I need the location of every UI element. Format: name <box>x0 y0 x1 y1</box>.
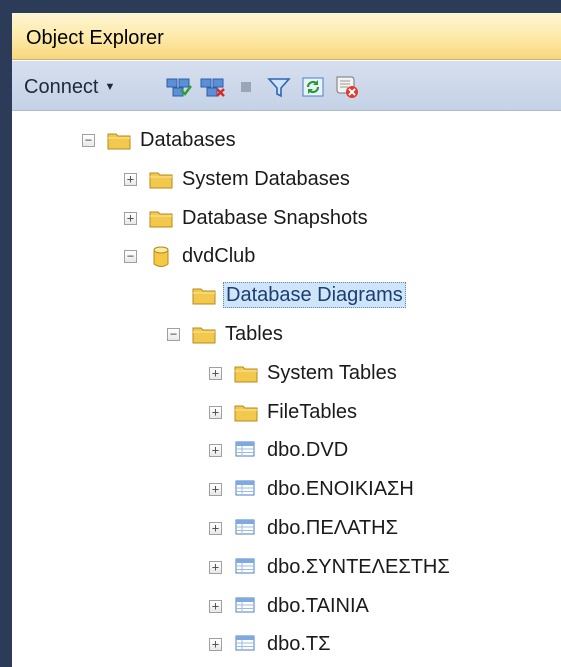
expand-icon[interactable]: + <box>209 366 222 380</box>
tree-node-label[interactable]: System Databases <box>180 167 352 191</box>
filter-icon[interactable] <box>264 75 294 99</box>
tree-node-label[interactable]: dbo.ΕΝΟΙΚΙΑΣΗ <box>265 477 416 501</box>
tree-node-dvdclub[interactable]: − dvdClub <box>12 240 561 272</box>
folder-icon <box>149 169 173 189</box>
script-cancel-icon[interactable] <box>332 75 362 99</box>
tree-node-database-snapshots[interactable]: + Database Snapshots <box>12 202 561 234</box>
database-icon <box>149 246 173 268</box>
collapse-icon[interactable]: − <box>82 134 95 147</box>
expand-icon[interactable]: + <box>209 638 222 652</box>
folder-icon <box>234 363 258 383</box>
folder-icon <box>192 285 216 305</box>
tree-node-label[interactable]: System Tables <box>265 361 399 385</box>
stop-icon[interactable] <box>233 75 259 99</box>
tree-node-databases[interactable]: − Databases <box>12 124 561 156</box>
tree-node-label[interactable]: dbo.ΤΑΙΝΙΑ <box>265 594 371 618</box>
folder-icon <box>234 402 258 422</box>
expand-icon[interactable]: + <box>124 172 137 186</box>
tree-node-dbo-ταινια[interactable]: + dbo.ΤΑΙΝΙΑ <box>12 590 561 622</box>
tree-node-dbo-πελατης[interactable]: + dbo.ΠΕΛΑΤΗΣ <box>12 512 561 544</box>
refresh-icon[interactable] <box>298 75 328 99</box>
tree-node-system-databases[interactable]: + System Databases <box>12 163 561 195</box>
table-icon <box>234 634 258 654</box>
expand-icon[interactable]: + <box>209 444 222 458</box>
object-explorer-tree: − Databases + System Databases + Database Sna… <box>12 112 561 667</box>
table-icon <box>234 518 258 538</box>
panel-title-bar[interactable]: Object Explorer <box>12 13 561 60</box>
tree-node-label[interactable]: dbo.ΠΕΛΑΤΗΣ <box>265 516 400 540</box>
panel-title: Object Explorer <box>26 27 164 49</box>
tree-node-label[interactable]: dbo.DVD <box>265 438 350 462</box>
table-icon <box>234 596 258 616</box>
object-explorer-toolbar: Connect ▼ <box>12 61 561 111</box>
tree-node-dbo-dvd[interactable]: + dbo.DVD <box>12 434 561 466</box>
tree-node-label[interactable]: Database Snapshots <box>180 206 370 230</box>
tree-node-label[interactable]: Tables <box>223 322 285 346</box>
folder-icon <box>107 130 131 150</box>
tree-node-filetables[interactable]: + FileTables <box>12 396 561 428</box>
expand-icon[interactable]: + <box>209 483 222 497</box>
tree-node-tables[interactable]: − Tables <box>12 318 561 350</box>
tree-node-database-diagrams[interactable]: Database Diagrams <box>12 279 561 311</box>
folder-icon <box>192 324 216 344</box>
expand-icon[interactable]: + <box>209 560 222 574</box>
table-icon <box>234 557 258 577</box>
connect-button[interactable]: Connect ▼ <box>24 75 164 99</box>
tree-node-label[interactable]: Database Diagrams <box>223 282 406 309</box>
tree-node-label[interactable]: dbo.ΣΥΝΤΕΛΕΣΤΗΣ <box>265 555 452 579</box>
table-icon <box>234 479 258 499</box>
disconnect-icon[interactable] <box>198 75 228 99</box>
table-icon <box>234 440 258 460</box>
collapse-icon[interactable]: − <box>167 328 180 341</box>
dropdown-arrow-icon: ▼ <box>104 81 116 93</box>
expand-icon[interactable]: + <box>209 599 222 613</box>
window-frame: Object Explorer Connect ▼ − Databases + … <box>0 0 561 667</box>
collapse-icon[interactable]: − <box>124 250 137 264</box>
connect-object-explorer-icon[interactable] <box>164 75 194 99</box>
tree-node-dbo-ενοικιαση[interactable]: + dbo.ΕΝΟΙΚΙΑΣΗ <box>12 473 561 505</box>
folder-icon <box>149 208 173 228</box>
tree-node-label[interactable]: dvdClub <box>180 244 257 268</box>
object-explorer-panel: Object Explorer Connect ▼ − Databases + … <box>12 13 561 667</box>
tree-node-dbo-τς[interactable]: + dbo.ΤΣ <box>12 628 561 660</box>
connect-label: Connect <box>24 75 99 98</box>
expand-icon[interactable]: + <box>209 522 222 535</box>
tree-node-label[interactable]: FileTables <box>265 400 359 424</box>
expand-icon[interactable]: + <box>209 405 222 419</box>
tree-node-label[interactable]: dbo.ΤΣ <box>265 632 333 656</box>
expand-icon[interactable]: + <box>124 211 137 225</box>
tree-node-dbo-συντελεστης[interactable]: + dbo.ΣΥΝΤΕΛΕΣΤΗΣ <box>12 551 561 583</box>
tree-node-label[interactable]: Databases <box>138 128 238 152</box>
tree-node-system-tables[interactable]: + System Tables <box>12 357 561 389</box>
